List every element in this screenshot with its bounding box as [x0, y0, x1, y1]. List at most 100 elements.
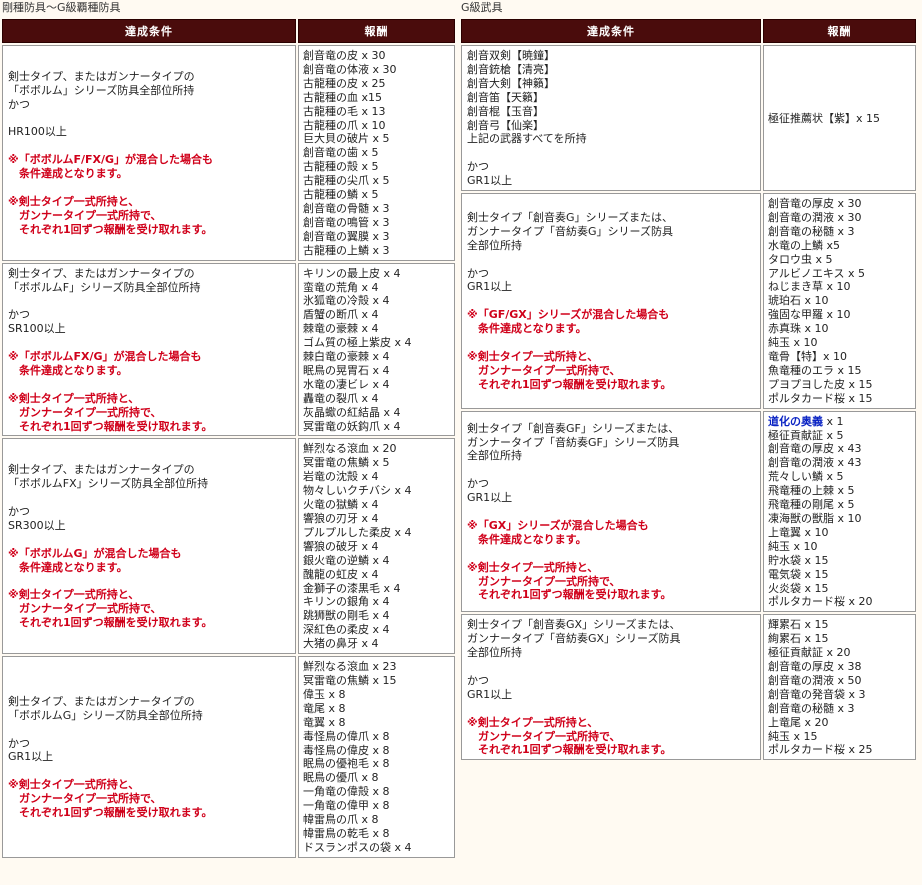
reward-item: 竜尾 x 8 — [303, 701, 346, 715]
condition-line — [467, 505, 756, 519]
reward-item: 響狼の刃牙 x 4 — [303, 512, 379, 525]
section-title-armor: 剛種防具～G級覇種防具 — [2, 1, 121, 14]
condition-note: ※「ボボルムF/FX/G」が混合した場合も — [8, 153, 214, 167]
condition-note: ※「GF/GX」シリーズが混合した場合も — [467, 308, 670, 322]
condition-line — [8, 491, 291, 505]
reward-item: 轟竜の裂爪 x 4 — [303, 391, 379, 405]
reward-item: 創音竜の翼膜 x 3 — [303, 229, 390, 243]
reward-item: 水竜の凄ビレ x 4 — [303, 377, 390, 391]
reward-item: 冥雷竜の妖鈎爪 x 4 — [303, 419, 401, 433]
reward-item: 強固な甲羅 x 10 — [768, 308, 851, 322]
reward-item: 琥珀石 x 10 — [768, 294, 829, 308]
condition-line: 剣士タイプ、またはガンナータイプの — [8, 69, 195, 83]
header-condition: 達成条件 — [2, 19, 296, 43]
condition-line: 剣士タイプ「創音奏G」シリーズまたは、 — [467, 210, 673, 224]
reward-item: 火竜の獄鱗 x 4 — [303, 498, 379, 512]
condition-line: 「ボボルムFX」シリーズ防具全部位所持 — [8, 477, 209, 491]
condition-line: 剣士タイプ、またはガンナータイプの — [8, 694, 195, 708]
condition-note: 条件達成となります。 — [467, 322, 587, 336]
condition-line — [467, 294, 756, 308]
reward-item: 創音竜の厚皮 x 30 — [768, 197, 862, 211]
header-reward: 報酬 — [298, 19, 455, 43]
condition-line: 剣士タイプ「創音奏GF」シリーズまたは、 — [467, 421, 680, 435]
reward-item: キリンの銀角 x 4 — [303, 595, 390, 609]
table-row: 剣士タイプ、またはガンナータイプの 「ボボルムFX」シリーズ防具全部位所持 かつ SR… — [2, 438, 455, 655]
condition-line: GR1以上 — [467, 491, 513, 505]
condition-note: それぞれ1回ずつ報酬を受け取れます。 — [8, 806, 213, 820]
condition-line: 「ボボルムF」シリーズ防具全部位所持 — [8, 280, 201, 294]
reward-item: 棘白竜の豪棘 x 4 — [303, 350, 390, 364]
condition-line: 全部位所持 — [467, 646, 522, 660]
condition-line: かつ — [467, 266, 489, 280]
reward-item: 創音竜の皮 x 30 — [303, 49, 386, 62]
reward-item: 盾蟹の断爪 x 4 — [303, 308, 379, 322]
reward-cell: 輝累石 x 15 絢累石 x 15 極征貢献証 x 20 創音竜の厚皮 x 38 創音竜… — [763, 614, 916, 761]
reward-cell: 極征推薦状【紫】x 15 — [763, 45, 916, 192]
reward-item: 跳狮獣の剛毛 x 4 — [303, 609, 390, 623]
reward-item: 貯水袋 x 15 — [768, 553, 829, 567]
reward-item: 古龍種の皮 x 25 — [303, 76, 386, 90]
condition-note: ※「ボボルムG」が混合した場合も — [8, 546, 182, 560]
condition-note: ※剣士タイプ一式所持と、 — [467, 349, 599, 363]
condition-note: ※「GX」シリーズが混合した場合も — [467, 518, 649, 532]
reward-item: 魚竜種のエラ x 15 — [768, 363, 862, 377]
condition-line: かつ — [467, 477, 489, 491]
condition-line: 創音弓【仙楽】 — [467, 118, 544, 132]
condition-cell: 剣士タイプ「創音奏GF」シリーズまたは、 ガンナータイプ「音紡奏GF」シリーズ防具… — [461, 410, 761, 613]
condition-line: かつ — [8, 505, 30, 519]
condition-cell: 創音双剣【暁鐘】 創音銃槍【清亮】 創音大剣【神籟】 創音笛【天籟】 創音棍【玉音】 創音… — [461, 45, 761, 192]
reward-cell: 鮮烈なる滾血 x 23 冥雷竜の焦鱗 x 15 偉玉 x 8 竜尾 x 8 竜翼 x 8… — [298, 656, 455, 858]
condition-line — [8, 181, 291, 195]
reward-item: 幃雷鳥の乾毛 x 8 — [303, 826, 390, 840]
reward-item: 巨大貝の破片 x 5 — [303, 132, 390, 146]
reward-item: 深紅色の柔皮 x 4 — [303, 623, 390, 637]
condition-line — [8, 336, 291, 350]
reward-item: 純玉 x 10 — [768, 336, 818, 350]
condition-line — [8, 139, 291, 153]
reward-item: 道化の奥義 x 1 — [768, 414, 844, 428]
condition-line: 剣士タイプ、またはガンナータイプの — [8, 266, 195, 280]
reward-item: 鮮烈なる滾血 x 20 — [303, 442, 397, 456]
reward-item: 偉玉 x 8 — [303, 687, 346, 701]
condition-note: ※「ボボルムFX/G」が混合した場合も — [8, 350, 202, 364]
reward-item: 創音竜の厚皮 x 43 — [768, 442, 862, 456]
condition-line: HR100以上 — [8, 125, 67, 139]
reward-item: 冥雷竜の焦鱗 x 15 — [303, 673, 397, 687]
condition-line — [467, 463, 756, 477]
condition-note: ※剣士タイプ一式所持と、 — [8, 391, 140, 405]
condition-line: かつ — [8, 736, 30, 750]
condition-line: 剣士タイプ、またはガンナータイプの — [8, 463, 195, 477]
condition-line — [8, 723, 291, 737]
condition-line: かつ — [467, 160, 489, 174]
condition-note: ガンナータイプ一式所持で、 — [467, 574, 621, 588]
reward-item: 眠鳥の優袍毛 x 8 — [303, 757, 390, 771]
reward-item: 古龍種の鱗 x 5 — [303, 188, 379, 202]
condition-note: それぞれ1回ずつ報酬を受け取れます。 — [467, 743, 672, 757]
reward-item: 古龍種の毛 x 13 — [303, 104, 386, 118]
reward-item: 創音竜の潤液 x 43 — [768, 456, 862, 470]
condition-line: かつ — [8, 308, 30, 322]
reward-item: 大猪の鼻牙 x 4 — [303, 637, 379, 651]
condition-line: GR1以上 — [467, 280, 513, 294]
reward-item: 銀火竜の逆鱗 x 4 — [303, 553, 390, 567]
condition-note: ※剣士タイプ一式所持と、 — [467, 560, 599, 574]
condition-line: GR1以上 — [8, 750, 54, 764]
reward-item: 上竜翼 x 10 — [768, 525, 829, 539]
section-title-weapons: G級武具 — [461, 1, 503, 14]
reward-item: プルプルした柔皮 x 4 — [303, 525, 412, 539]
reward-item: 金獅子の漆黒毛 x 4 — [303, 581, 401, 595]
condition-note: 条件達成となります。 — [8, 167, 128, 181]
condition-line: 創音笛【天籟】 — [467, 90, 544, 104]
condition-line — [467, 660, 756, 674]
reward-item: 創音竜の秘髄 x 3 — [768, 224, 855, 238]
condition-line: 上記の武器すべてを所持 — [467, 132, 587, 146]
condition-note: ※剣士タイプ一式所持と、 — [8, 588, 140, 602]
reward-item: 極征貢献証 x 5 — [768, 428, 844, 442]
table-row: 剣士タイプ、またはガンナータイプの 「ボボルムG」シリーズ防具全部位所持 かつ GR1… — [2, 656, 455, 858]
condition-line: 全部位所持 — [467, 238, 522, 252]
condition-line: かつ — [8, 97, 30, 111]
reward-table-weapons: 達成条件 報酬 創音双剣【暁鐘】 創音銃槍【清亮】 創音大剣【神籟】 創音笛【天籟】創… — [459, 17, 918, 762]
reward-cell: 創音竜の皮 x 30 創音竜の体液 x 30 古龍種の皮 x 25 古龍種の血 x15… — [298, 45, 455, 261]
condition-line — [467, 253, 756, 267]
reward-item: 鮮烈なる滾血 x 23 — [303, 660, 397, 674]
